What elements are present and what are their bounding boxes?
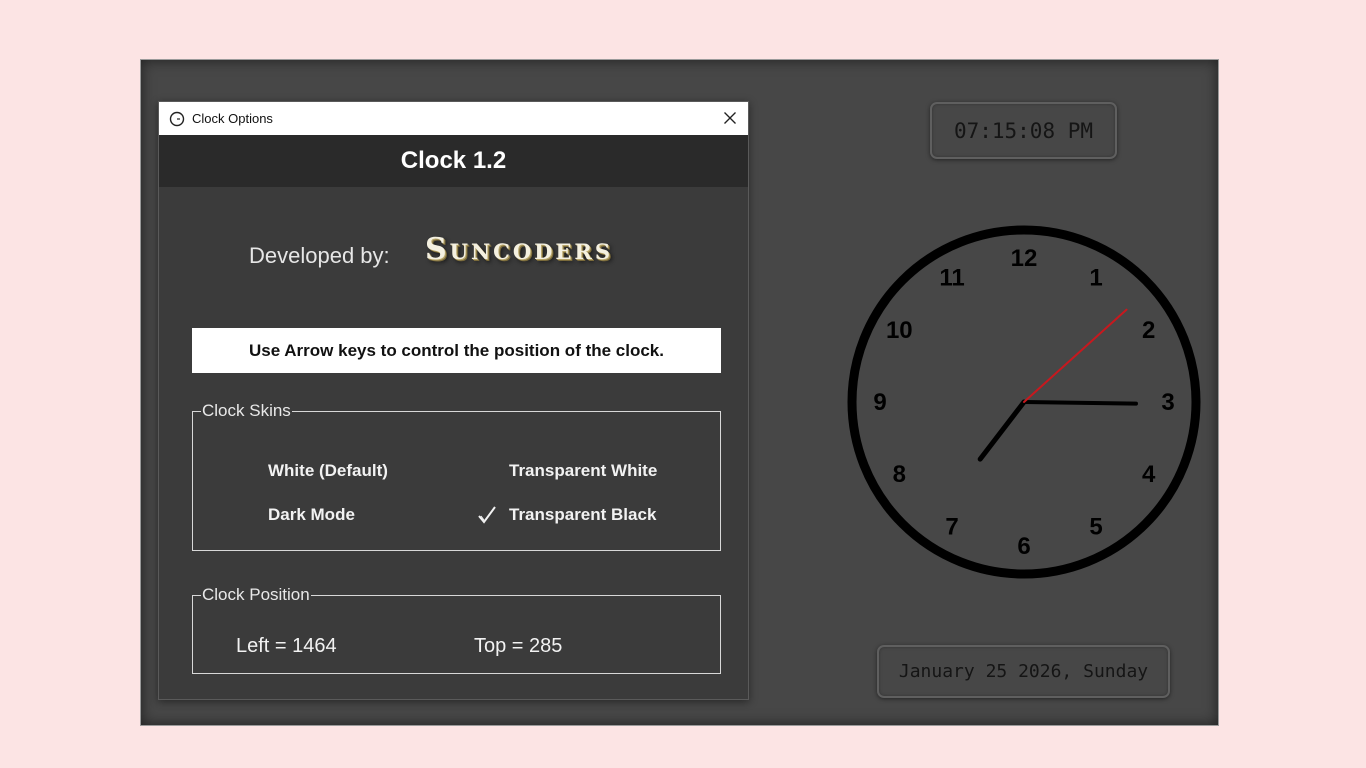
clock-numeral-12: 12 <box>1011 245 1038 272</box>
position-top-value: Top = 285 <box>474 635 563 657</box>
close-icon <box>723 111 737 125</box>
clock-position-legend: Clock Position <box>202 585 310 604</box>
clock-numeral-6: 6 <box>1017 533 1030 560</box>
clock-numeral-8: 8 <box>893 461 906 488</box>
analog-clock[interactable]: 121234567891011 <box>846 224 1202 580</box>
clock-numeral-4: 4 <box>1142 461 1156 488</box>
clock-numeral-5: 5 <box>1089 514 1102 541</box>
skin-option-dark-mode[interactable]: Dark Mode <box>268 505 355 525</box>
developer-row: Developed by: Suncoders <box>159 230 748 290</box>
second-hand <box>1023 308 1128 403</box>
clock-numeral-7: 7 <box>945 514 958 541</box>
digital-time-display: 07:15:08 PM <box>930 102 1117 159</box>
checkmark-icon <box>477 505 497 525</box>
minute-hand <box>1022 400 1138 406</box>
clock-numeral-3: 3 <box>1161 389 1174 416</box>
instructions-banner: Use Arrow keys to control the position o… <box>192 328 721 373</box>
clock-position-group: Clock Position Left = 1464 Top = 285 <box>192 585 721 674</box>
hour-hand <box>977 399 1027 462</box>
clock-numeral-2: 2 <box>1142 317 1155 344</box>
position-left-value: Left = 1464 <box>236 635 337 657</box>
app-header: Clock 1.2 <box>159 135 748 187</box>
date-display: January 25 2026, Sunday <box>877 645 1170 698</box>
clock-numeral-10: 10 <box>886 317 913 344</box>
title-bar[interactable]: Clock Options <box>159 102 748 135</box>
skin-option-transparent-black[interactable]: Transparent Black <box>509 505 656 525</box>
clock-numeral-9: 9 <box>873 389 886 416</box>
developer-logo: Suncoders <box>425 232 614 267</box>
clock-numeral-11: 11 <box>939 264 964 291</box>
clock-icon <box>168 110 186 128</box>
close-button[interactable] <box>720 108 740 128</box>
clock-numeral-1: 1 <box>1089 264 1102 291</box>
skin-option-white-default[interactable]: White (Default) <box>268 461 388 481</box>
clock-skins-legend: Clock Skins <box>202 401 291 420</box>
clock-skins-group: Clock Skins White (Default) Transparent … <box>192 401 721 551</box>
skin-option-transparent-white[interactable]: Transparent White <box>509 461 657 481</box>
clock-options-dialog: Clock Options Clock 1.2 Developed by: Su… <box>158 101 749 700</box>
window-title: Clock Options <box>192 111 273 126</box>
developed-by-label: Developed by: <box>249 243 390 268</box>
